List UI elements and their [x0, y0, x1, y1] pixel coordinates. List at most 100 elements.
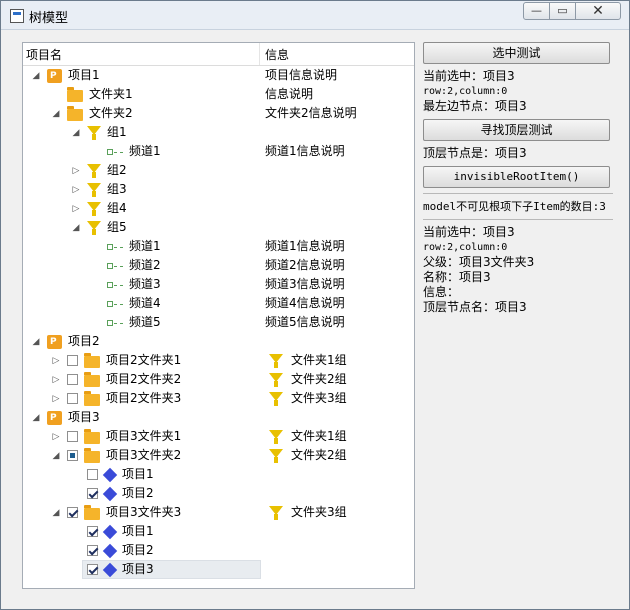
row-checkbox[interactable]	[67, 507, 78, 518]
row-info-cell[interactable]: 文件夹3组	[265, 503, 347, 522]
collapse-arrow-icon[interactable]: ◢	[31, 337, 41, 347]
tree-row[interactable]: ◢ 项目2	[23, 332, 414, 351]
row-name-cell[interactable]: ◢ 项目3文件夹3	[51, 503, 181, 522]
row-name-cell[interactable]: 频道1	[91, 237, 161, 256]
row-info-cell[interactable]: 频道1信息说明	[265, 142, 345, 161]
row-name-cell[interactable]: 项目1	[71, 465, 154, 484]
row-name-cell[interactable]: ▷ 项目3文件夹1	[51, 427, 181, 446]
tree-row[interactable]: ▷ 项目2文件夹1 文件夹1组	[23, 351, 414, 370]
row-name-cell[interactable]: ▷ 项目2文件夹1	[51, 351, 181, 370]
tree-row[interactable]: 频道1 频道1信息说明	[23, 142, 414, 161]
row-name-cell[interactable]: ▷ 组4	[71, 199, 127, 218]
row-checkbox[interactable]	[87, 469, 98, 480]
row-info-cell[interactable]: 频道1信息说明	[265, 237, 345, 256]
collapse-arrow-icon[interactable]: ◢	[71, 223, 81, 233]
collapse-arrow-icon[interactable]: ◢	[51, 508, 61, 518]
collapse-arrow-icon[interactable]: ◢	[71, 128, 81, 138]
row-checkbox[interactable]	[67, 450, 78, 461]
row-info-cell[interactable]: 频道5信息说明	[265, 313, 345, 332]
row-checkbox[interactable]	[67, 431, 78, 442]
row-name-cell[interactable]: 项目3	[71, 560, 154, 579]
header-info[interactable]: 信息	[265, 46, 289, 63]
tree-row[interactable]: ▷ 组4	[23, 199, 414, 218]
tree-row[interactable]: 项目1	[23, 465, 414, 484]
expand-arrow-icon[interactable]: ▷	[51, 375, 61, 385]
tree-row[interactable]: ◢ 文件夹2 文件夹2信息说明	[23, 104, 414, 123]
row-info-cell[interactable]: 文件夹2组	[265, 370, 347, 389]
row-name-cell[interactable]: 频道5	[91, 313, 161, 332]
row-info-cell[interactable]: 频道2信息说明	[265, 256, 345, 275]
maximize-button[interactable]: ▭	[549, 2, 576, 20]
row-name-cell[interactable]: ◢ 项目3文件夹2	[51, 446, 181, 465]
expand-arrow-icon[interactable]: ▷	[71, 166, 81, 176]
tree-row[interactable]: 项目1	[23, 522, 414, 541]
row-name-cell[interactable]: ◢ 项目1	[31, 66, 100, 85]
row-info-cell[interactable]: 项目信息说明	[265, 66, 337, 85]
row-name-cell[interactable]: ◢ 文件夹2	[51, 104, 133, 123]
row-name-cell[interactable]: ◢ 项目3	[31, 408, 100, 427]
collapse-arrow-icon[interactable]: ◢	[51, 109, 61, 119]
row-name-cell[interactable]: ▷ 组2	[71, 161, 127, 180]
header-separator[interactable]	[259, 43, 260, 65]
collapse-arrow-icon[interactable]: ◢	[31, 413, 41, 423]
row-name-cell[interactable]: 项目2	[71, 541, 154, 560]
row-name-cell[interactable]: ▷ 项目2文件夹3	[51, 389, 181, 408]
row-name-cell[interactable]: 项目1	[71, 522, 154, 541]
expand-arrow-icon[interactable]: ▷	[51, 432, 61, 442]
tree-row[interactable]: ◢ 组5	[23, 218, 414, 237]
expand-arrow-icon[interactable]: ▷	[51, 394, 61, 404]
row-checkbox[interactable]	[67, 374, 78, 385]
row-name-cell[interactable]: 频道3	[91, 275, 161, 294]
tree-row[interactable]: ▷ 项目2文件夹2 文件夹2组	[23, 370, 414, 389]
tree-row[interactable]: ◢ 项目3	[23, 408, 414, 427]
header-name[interactable]: 项目名	[26, 46, 62, 63]
tree-row[interactable]: ▷ 组2	[23, 161, 414, 180]
tree-view[interactable]: 项目名 信息 ◢ 项目1 项目信息说明文件夹1 信息说明 ◢ 文件夹2 文件夹2信息说明 ◢ 组…	[22, 42, 415, 589]
tree-row[interactable]: ▷ 项目3文件夹1 文件夹1组	[23, 427, 414, 446]
tree-row[interactable]: ◢ 组1	[23, 123, 414, 142]
collapse-arrow-icon[interactable]: ◢	[51, 451, 61, 461]
expand-arrow-icon[interactable]: ▷	[51, 356, 61, 366]
row-name-cell[interactable]: ◢ 项目2	[31, 332, 100, 351]
row-name-cell[interactable]: 文件夹1	[51, 85, 133, 104]
tree-row[interactable]: 项目2	[23, 541, 414, 560]
row-name-cell[interactable]: 频道4	[91, 294, 161, 313]
row-info-cell[interactable]: 文件夹2信息说明	[265, 104, 357, 123]
row-name-cell[interactable]: 频道2	[91, 256, 161, 275]
row-checkbox[interactable]	[67, 393, 78, 404]
row-checkbox[interactable]	[87, 526, 98, 537]
row-name-cell[interactable]: 项目2	[71, 484, 154, 503]
row-checkbox[interactable]	[87, 545, 98, 556]
tree-row[interactable]: ▷ 项目2文件夹3 文件夹3组	[23, 389, 414, 408]
row-info-cell[interactable]: 文件夹1组	[265, 427, 347, 446]
row-name-cell[interactable]: 频道1	[91, 142, 161, 161]
row-name-cell[interactable]: ◢ 组5	[71, 218, 127, 237]
expand-arrow-icon[interactable]: ▷	[71, 185, 81, 195]
minimize-button[interactable]: —	[523, 2, 550, 20]
tree-row[interactable]: 频道4 频道4信息说明	[23, 294, 414, 313]
tree-row[interactable]: ▷ 组3	[23, 180, 414, 199]
close-button[interactable]: ✕	[575, 2, 621, 20]
row-info-cell[interactable]: 文件夹1组	[265, 351, 347, 370]
row-info-cell[interactable]: 文件夹2组	[265, 446, 347, 465]
tree-row[interactable]: 项目3	[23, 560, 414, 579]
row-checkbox[interactable]	[87, 488, 98, 499]
tree-row[interactable]: ◢ 项目1 项目信息说明	[23, 66, 414, 85]
tree-row[interactable]: 文件夹1 信息说明	[23, 85, 414, 104]
row-info-cell[interactable]: 频道4信息说明	[265, 294, 345, 313]
row-checkbox[interactable]	[67, 355, 78, 366]
tree-row[interactable]: 频道3 频道3信息说明	[23, 275, 414, 294]
tree-row[interactable]: 频道2 频道2信息说明	[23, 256, 414, 275]
invisible-root-button[interactable]: invisibleRootItem()	[423, 166, 610, 188]
row-info-cell[interactable]: 文件夹3组	[265, 389, 347, 408]
find-top-button[interactable]: 寻找顶层测试	[423, 119, 610, 141]
tree-row[interactable]: ◢ 项目3文件夹2 文件夹2组	[23, 446, 414, 465]
tree-row[interactable]: 项目2	[23, 484, 414, 503]
collapse-arrow-icon[interactable]: ◢	[31, 71, 41, 81]
tree-row[interactable]: ◢ 项目3文件夹3 文件夹3组	[23, 503, 414, 522]
row-info-cell[interactable]: 信息说明	[265, 85, 313, 104]
select-test-button[interactable]: 选中测试	[423, 42, 610, 64]
expand-arrow-icon[interactable]: ▷	[71, 204, 81, 214]
tree-row[interactable]: 频道5 频道5信息说明	[23, 313, 414, 332]
row-checkbox[interactable]	[87, 564, 98, 575]
